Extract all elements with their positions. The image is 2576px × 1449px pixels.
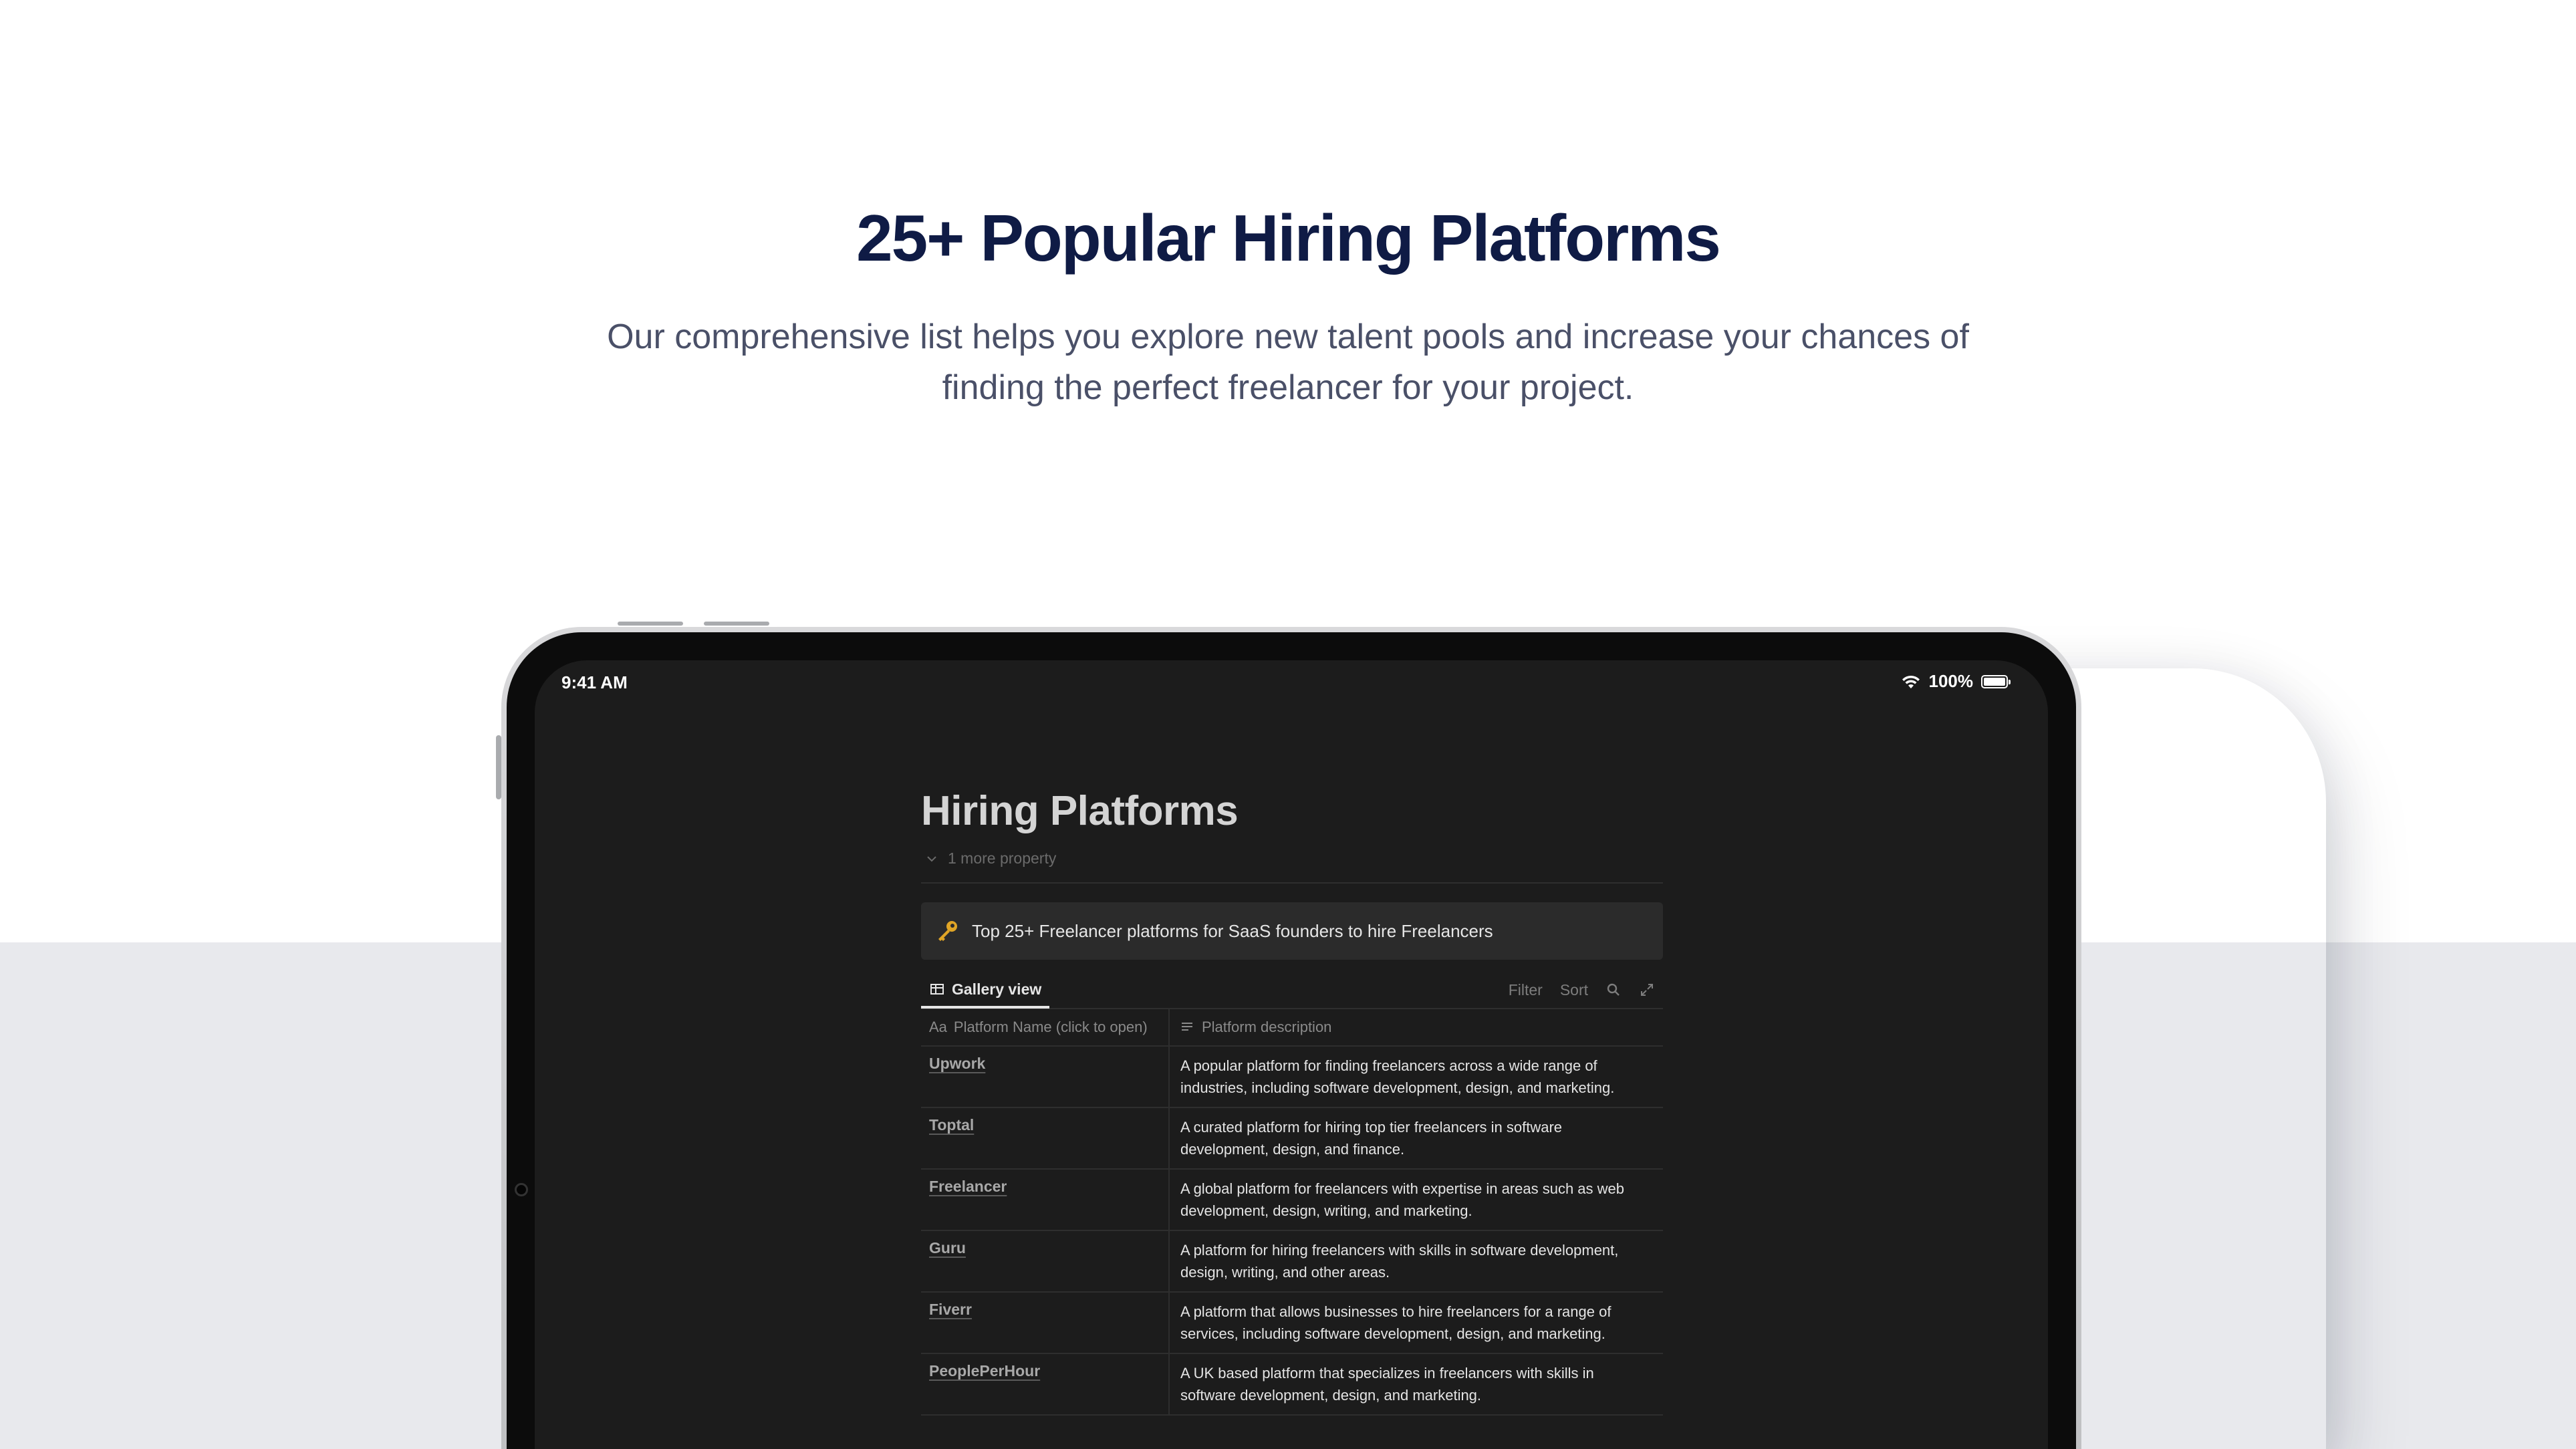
platform-name[interactable]: Guru — [929, 1239, 966, 1257]
status-indicators: 100% — [1901, 671, 2011, 692]
table-row[interactable]: Upwork A popular platform for finding fr… — [921, 1047, 1663, 1108]
platform-name[interactable]: Toptal — [929, 1116, 974, 1134]
table-row[interactable]: PeoplePerHour A UK based platform that s… — [921, 1354, 1663, 1416]
notion-page: Hiring Platforms 1 more property Top 25+… — [921, 787, 1663, 1416]
platform-name[interactable]: Upwork — [929, 1055, 985, 1072]
platform-name-cell[interactable]: Freelancer — [921, 1170, 1170, 1230]
platform-name-cell[interactable]: PeoplePerHour — [921, 1354, 1170, 1414]
table-header: Aa Platform Name (click to open) Platfor… — [921, 1009, 1663, 1047]
platform-name[interactable]: Freelancer — [929, 1178, 1007, 1195]
tablet-device: 9:41 AM 100% Hiring Platforms 1 more pro… — [501, 627, 2081, 1449]
platform-description: A global platform for freelancers with e… — [1180, 1180, 1624, 1219]
volume-up-button — [618, 622, 683, 626]
view-actions: Filter Sort — [1509, 981, 1663, 999]
hero-subtitle: Our comprehensive list helps you explore… — [607, 317, 1969, 407]
side-button — [496, 735, 501, 799]
filter-button[interactable]: Filter — [1509, 981, 1543, 999]
battery-percent: 100% — [1928, 671, 1974, 691]
status-time: 9:41 AM — [561, 672, 628, 692]
camera-dot — [515, 1183, 528, 1196]
tablet-screen: 9:41 AM 100% Hiring Platforms 1 more pro… — [535, 660, 2048, 1449]
platform-name[interactable]: Fiverr — [929, 1301, 972, 1318]
table-row[interactable]: Toptal A curated platform for hiring top… — [921, 1108, 1663, 1170]
platform-description: A platform that allows businesses to hir… — [1180, 1303, 1612, 1342]
chevron-down-icon — [927, 855, 936, 862]
view-tab-label: Gallery view — [952, 980, 1042, 998]
key-icon — [938, 921, 957, 941]
callout: Top 25+ Freelancer platforms for SaaS fo… — [921, 902, 1663, 960]
table-row[interactable]: Fiverr A platform that allows businesses… — [921, 1293, 1663, 1354]
platform-description: A UK based platform that specializes in … — [1180, 1365, 1594, 1404]
table-body: Upwork A popular platform for finding fr… — [921, 1047, 1663, 1416]
volume-down-button — [704, 622, 769, 626]
battery-icon — [1981, 674, 2011, 688]
expand-icon[interactable] — [1639, 982, 1655, 998]
callout-text: Top 25+ Freelancer platforms for SaaS fo… — [972, 920, 1493, 941]
platform-name-cell[interactable]: Fiverr — [921, 1293, 1170, 1353]
table-icon — [930, 984, 944, 995]
platform-description: A popular platform for finding freelance… — [1180, 1057, 1615, 1096]
search-icon[interactable] — [1605, 982, 1622, 998]
platform-name[interactable]: PeoplePerHour — [929, 1362, 1040, 1379]
sort-button[interactable]: Sort — [1560, 981, 1588, 999]
table-row[interactable]: Guru A platform for hiring freelancers w… — [921, 1231, 1663, 1293]
more-property-toggle[interactable]: 1 more property — [921, 849, 1663, 868]
platform-name-cell[interactable]: Toptal — [921, 1108, 1170, 1168]
column-header-name[interactable]: Aa Platform Name (click to open) — [921, 1009, 1170, 1045]
platform-name-cell[interactable]: Upwork — [921, 1047, 1170, 1107]
wifi-icon — [1902, 675, 1920, 688]
hero-title: 25+ Popular Hiring Platforms — [856, 201, 1721, 275]
column-description-label: Platform description — [1202, 1019, 1332, 1035]
table-row[interactable]: Freelancer A global platform for freelan… — [921, 1170, 1663, 1231]
column-name-label: Platform Name (click to open) — [953, 1019, 1148, 1035]
platform-description: A curated platform for hiring top tier f… — [1180, 1119, 1563, 1158]
divider — [921, 882, 1663, 884]
page-title: Hiring Platforms — [921, 788, 1239, 834]
more-property-label: 1 more property — [948, 849, 1057, 867]
column-header-description[interactable]: Platform description — [1170, 1009, 1663, 1045]
text-lines-icon — [1182, 1023, 1192, 1031]
platform-description: A platform for hiring freelancers with s… — [1180, 1242, 1619, 1281]
tab-gallery-view[interactable]: Gallery view — [921, 972, 1050, 1009]
platform-name-cell[interactable]: Guru — [921, 1231, 1170, 1291]
view-bar: Gallery view Filter Sort — [921, 972, 1663, 1009]
title-property-icon: Aa — [929, 1019, 947, 1035]
tablet-bezel: 9:41 AM 100% Hiring Platforms 1 more pro… — [507, 632, 2076, 1449]
